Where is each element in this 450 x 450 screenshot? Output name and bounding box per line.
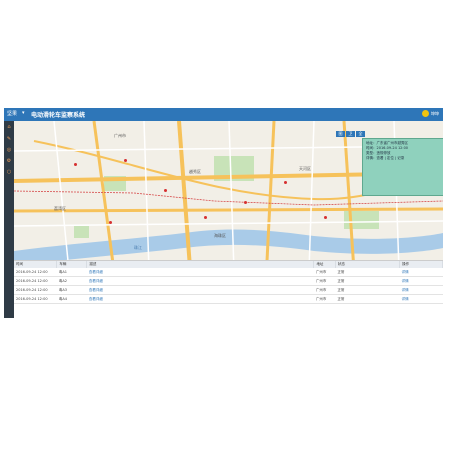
- cell-desc[interactable]: 查看详细: [86, 294, 314, 304]
- column-header[interactable]: 描述: [86, 261, 315, 268]
- map-label: 越秀区: [189, 169, 201, 174]
- user-menu[interactable]: 坤坤: [422, 110, 439, 117]
- column-header[interactable]: 时间: [14, 261, 58, 268]
- map-type-button[interactable]: 图: [336, 131, 345, 137]
- cell-time: 2016-09-24 12:00: [14, 285, 57, 295]
- cell-vehicle: 粤A4: [56, 294, 87, 304]
- column-header[interactable]: 操作: [399, 261, 443, 268]
- table-row[interactable]: 2016-09-24 12:00 粤A2 查看详细 广州市 正常 详情: [14, 276, 443, 286]
- vehicle-marker[interactable]: [109, 221, 112, 224]
- records-table: 时间 车辆 描述 地址 状态 操作 2016-09-24 12:00 粤A1 查…: [14, 260, 443, 318]
- cell-action[interactable]: 详情: [399, 276, 443, 286]
- cell-time: 2016-09-24 12:00: [14, 276, 57, 286]
- cell-time: 2016-09-24 12:00: [14, 268, 57, 277]
- map-controls: 图 卫 全: [336, 131, 365, 137]
- table-row[interactable]: 2016-09-24 12:00 粤A1 查看详细 广州市 正常 详情: [14, 268, 443, 277]
- top-bar: 坚果 ▾ 电动滑轮车监察系统 坤坤: [4, 108, 443, 121]
- vehicle-marker[interactable]: [204, 216, 207, 219]
- cell-vehicle: 粤A1: [56, 268, 87, 277]
- popup-line[interactable]: 详情：查看 | 定位 | 记录: [366, 156, 440, 161]
- map-label: 海珠区: [214, 233, 226, 238]
- cell-addr: 广州市: [313, 276, 336, 286]
- edit-icon[interactable]: ✎: [6, 136, 12, 142]
- cell-addr: 广州市: [313, 294, 336, 304]
- fullscreen-button[interactable]: 全: [356, 131, 365, 137]
- cell-vehicle: 粤A2: [56, 276, 87, 286]
- user-name: 坤坤: [431, 110, 439, 116]
- cell-status: 正常: [335, 285, 400, 295]
- cell-status: 正常: [335, 294, 400, 304]
- info-popup: 地址：广东省广州市越秀区 时间：2016-09-24 12:00 类型：违规停放…: [362, 138, 443, 196]
- cell-status: 正常: [335, 268, 400, 277]
- map-label: 荔湾区: [54, 206, 66, 211]
- table-row[interactable]: 2016-09-24 12:00 粤A4 查看详细 广州市 正常 详情: [14, 294, 443, 304]
- cell-status: 正常: [335, 276, 400, 286]
- cell-addr: 广州市: [313, 268, 336, 277]
- vehicle-marker[interactable]: [164, 189, 167, 192]
- vehicle-marker[interactable]: [74, 163, 77, 166]
- cell-desc[interactable]: 查看详细: [86, 276, 314, 286]
- table-row[interactable]: 2016-09-24 12:00 粤A3 查看详细 广州市 正常 详情: [14, 285, 443, 295]
- sidebar: ⌂ ✎ ◎ ⚙ ○: [4, 121, 14, 318]
- cell-vehicle: 粤A3: [56, 285, 87, 295]
- vehicle-marker[interactable]: [244, 201, 247, 204]
- app-window: 坚果 ▾ 电动滑轮车监察系统 坤坤 ⌂ ✎ ◎ ⚙ ○ 广州市 越秀区 天河区 …: [4, 108, 443, 318]
- cell-desc[interactable]: 查看详细: [86, 285, 314, 295]
- vehicle-marker[interactable]: [124, 159, 127, 162]
- info-icon[interactable]: ○: [6, 169, 12, 175]
- home-icon[interactable]: ⌂: [6, 124, 12, 130]
- avatar: [422, 110, 429, 117]
- map-label: 广州市: [114, 133, 126, 138]
- cell-desc[interactable]: 查看详细: [86, 268, 314, 277]
- app-logo: 坚果: [7, 111, 18, 117]
- vehicle-marker[interactable]: [284, 181, 287, 184]
- map-label: 珠江: [134, 245, 142, 250]
- app-title: 电动滑轮车监察系统: [31, 112, 86, 119]
- cell-time: 2016-09-24 12:00: [14, 294, 57, 304]
- vehicle-marker[interactable]: [324, 216, 327, 219]
- table-header-row: 时间 车辆 描述 地址 状态 操作: [14, 261, 443, 268]
- menu-toggle-icon[interactable]: ▾: [22, 110, 25, 116]
- column-header[interactable]: 地址: [313, 261, 336, 268]
- cell-addr: 广州市: [313, 285, 336, 295]
- location-icon[interactable]: ◎: [6, 147, 12, 153]
- satellite-button[interactable]: 卫: [346, 131, 355, 137]
- cell-action[interactable]: 详情: [399, 285, 443, 295]
- map-label: 天河区: [299, 166, 311, 171]
- settings-icon[interactable]: ⚙: [6, 158, 12, 164]
- cell-action[interactable]: 详情: [399, 294, 443, 304]
- column-header[interactable]: 车辆: [56, 261, 88, 268]
- cell-action[interactable]: 详情: [399, 268, 443, 277]
- column-header[interactable]: 状态: [335, 261, 401, 268]
